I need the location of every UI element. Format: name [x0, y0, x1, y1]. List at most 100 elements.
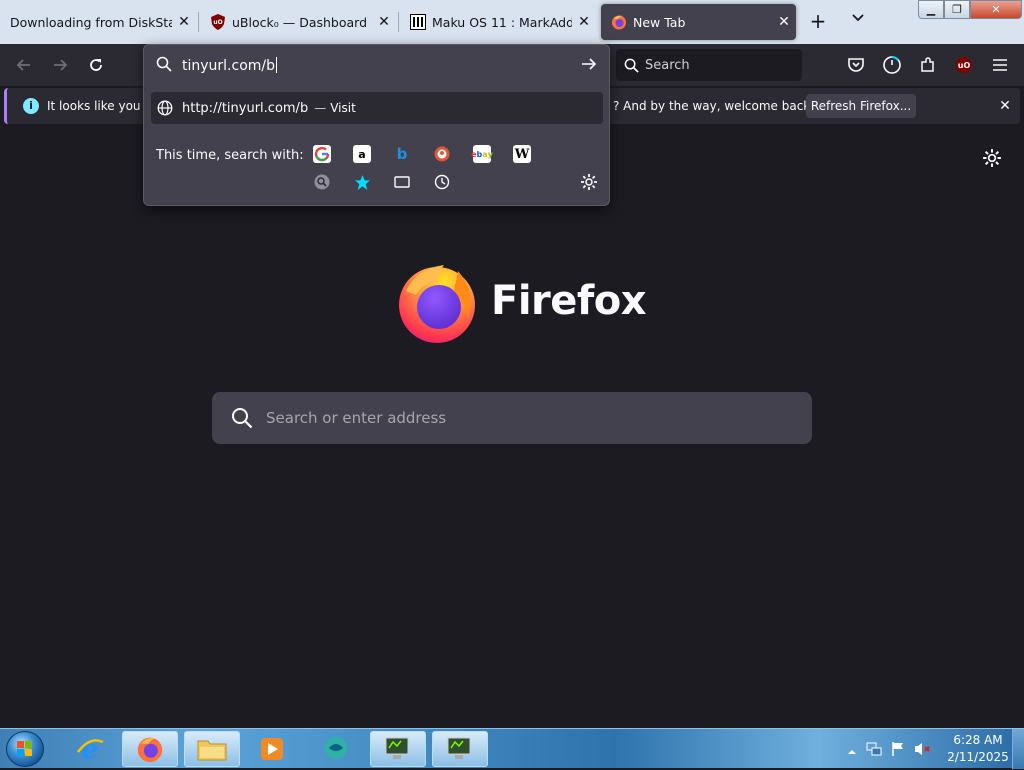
tab-label: uBlock₀ — Dashboard	[232, 14, 368, 30]
tab-maku[interactable]: Maku OS 11 : MarkAdderly ✕	[400, 4, 596, 40]
text-caret	[276, 57, 278, 73]
one-off-search-label: This time, search with:	[156, 148, 304, 163]
suggestion-url: http://tinyurl.com/b	[182, 100, 309, 116]
close-icon[interactable]: ✕	[372, 14, 396, 30]
duckduckgo-icon[interactable]	[433, 145, 451, 163]
globe-icon	[157, 100, 173, 116]
search-engine-icon[interactable]	[313, 173, 331, 191]
close-icon[interactable]: ✕	[995, 96, 1015, 116]
new-tab-button[interactable]: +	[806, 10, 830, 34]
clock-date[interactable]: 2/11/2025	[940, 750, 1016, 764]
tab-ublock[interactable]: uO uBlock₀ — Dashboard ✕	[200, 4, 396, 40]
ebay-icon[interactable]: ebay	[471, 145, 493, 163]
minimize-button[interactable]: ▁	[918, 0, 944, 19]
bing-icon[interactable]: b	[393, 145, 411, 163]
volume-muted-icon[interactable]	[914, 741, 932, 757]
clock-time[interactable]: 6:28 AM	[948, 733, 1008, 747]
google-icon[interactable]	[313, 145, 331, 163]
bookmarks-icon[interactable]	[353, 173, 371, 191]
ublock-icon: uO	[956, 57, 972, 73]
taskbar-file-explorer[interactable]	[184, 731, 240, 767]
tab-list-button[interactable]	[846, 10, 870, 34]
close-icon[interactable]: ✕	[172, 14, 196, 30]
media-player-icon	[261, 738, 283, 760]
account-button[interactable]	[880, 53, 904, 77]
system-tray: 6:28 AM 2/11/2025	[840, 729, 1024, 769]
chevron-up-icon	[848, 750, 856, 754]
suggestion-separator: —	[314, 101, 327, 115]
personalize-new-tab-button[interactable]	[982, 148, 1004, 170]
reload-button[interactable]	[84, 53, 108, 77]
internet-explorer-icon: e	[77, 735, 104, 764]
tab-label: Downloading from DiskStation	[10, 14, 172, 30]
taskbar-app-bubble[interactable]	[308, 731, 364, 767]
ublock-toolbar-button[interactable]: uO	[952, 53, 976, 77]
gear-icon	[983, 149, 1001, 167]
action-center-flag-icon[interactable]	[890, 741, 906, 757]
wikipedia-icon[interactable]: W	[513, 145, 531, 163]
maximize-button[interactable]: ❐	[944, 0, 970, 19]
reload-icon	[90, 59, 102, 71]
back-button[interactable]	[12, 53, 36, 77]
gear-icon	[581, 174, 597, 190]
taskbar-media-player[interactable]	[244, 731, 300, 767]
extensions-button[interactable]	[916, 53, 940, 77]
tab-separator	[198, 12, 199, 32]
tab-new-tab[interactable]: New Tab ✕	[601, 4, 796, 40]
taskbar-firefox[interactable]	[122, 731, 178, 767]
folder-icon	[197, 740, 227, 761]
chat-bubble-icon	[325, 737, 347, 759]
tab-strip: Downloading from DiskStation ✕ uO uBlock…	[0, 0, 1024, 44]
tab-separator	[398, 12, 399, 32]
windows-logo-icon	[17, 741, 32, 756]
monitor-icon	[447, 737, 471, 759]
search-icon	[156, 56, 172, 76]
tabs-icon[interactable]	[393, 173, 411, 191]
amazon-icon[interactable]: a	[353, 145, 371, 163]
history-icon[interactable]	[433, 173, 451, 191]
forward-button[interactable]	[48, 53, 72, 77]
urlbar-input[interactable]: tinyurl.com/b	[182, 55, 562, 77]
taskbar-remote-desktop-2[interactable]	[432, 731, 488, 767]
newtab-search-box[interactable]	[212, 392, 812, 444]
suggestion-action: Visit	[330, 101, 356, 115]
go-button[interactable]	[580, 55, 602, 77]
urlbar-dropdown: tinyurl.com/b http://tinyurl.com/b — Vis…	[143, 44, 610, 206]
window-controls: ▁ ❐ ✕	[918, 0, 1022, 19]
chevron-down-icon	[852, 14, 864, 22]
puzzle-icon	[921, 57, 934, 72]
search-icon	[624, 58, 639, 73]
back-arrow-icon	[16, 59, 30, 71]
archive-icon	[410, 14, 426, 30]
svg-text:uO: uO	[213, 19, 222, 26]
start-button[interactable]	[6, 731, 44, 767]
taskbar-internet-explorer[interactable]: e	[62, 731, 118, 767]
pocket-icon	[848, 58, 864, 72]
info-icon: i	[23, 98, 39, 114]
firefox-icon	[137, 737, 163, 763]
urlbar-typed-text: tinyurl.com/b	[182, 58, 276, 74]
firefox-icon	[611, 14, 627, 30]
pocket-button[interactable]	[844, 53, 868, 77]
network-icon[interactable]	[866, 741, 882, 757]
monitor-icon	[385, 737, 409, 759]
refresh-firefox-button[interactable]: Refresh Firefox...	[806, 94, 916, 118]
close-icon[interactable]: ✕	[772, 14, 796, 30]
notification-text: It looks like you have	[47, 99, 147, 113]
newtab-search-input[interactable]	[266, 409, 786, 427]
app-menu-button[interactable]	[988, 53, 1012, 77]
toolbar-search-box[interactable]: Search	[616, 49, 802, 81]
arrow-right-icon	[582, 58, 597, 70]
taskbar-remote-desktop-1[interactable]	[370, 731, 426, 767]
search-settings-button[interactable]	[580, 173, 600, 193]
url-suggestion-row[interactable]: http://tinyurl.com/b — Visit	[151, 92, 603, 124]
taskbar: e 6:28 AM 2/11/2025	[0, 728, 1024, 769]
close-icon[interactable]: ✕	[572, 14, 596, 30]
firefox-wordmark: Firefox	[491, 278, 647, 324]
firefox-logo	[396, 261, 478, 343]
show-hidden-icons-button[interactable]	[846, 743, 858, 755]
tab-downloading[interactable]: Downloading from DiskStation ✕	[0, 4, 196, 40]
search-icon	[232, 408, 253, 429]
show-desktop-button[interactable]	[1012, 729, 1024, 769]
close-window-button[interactable]: ✕	[970, 0, 1022, 19]
